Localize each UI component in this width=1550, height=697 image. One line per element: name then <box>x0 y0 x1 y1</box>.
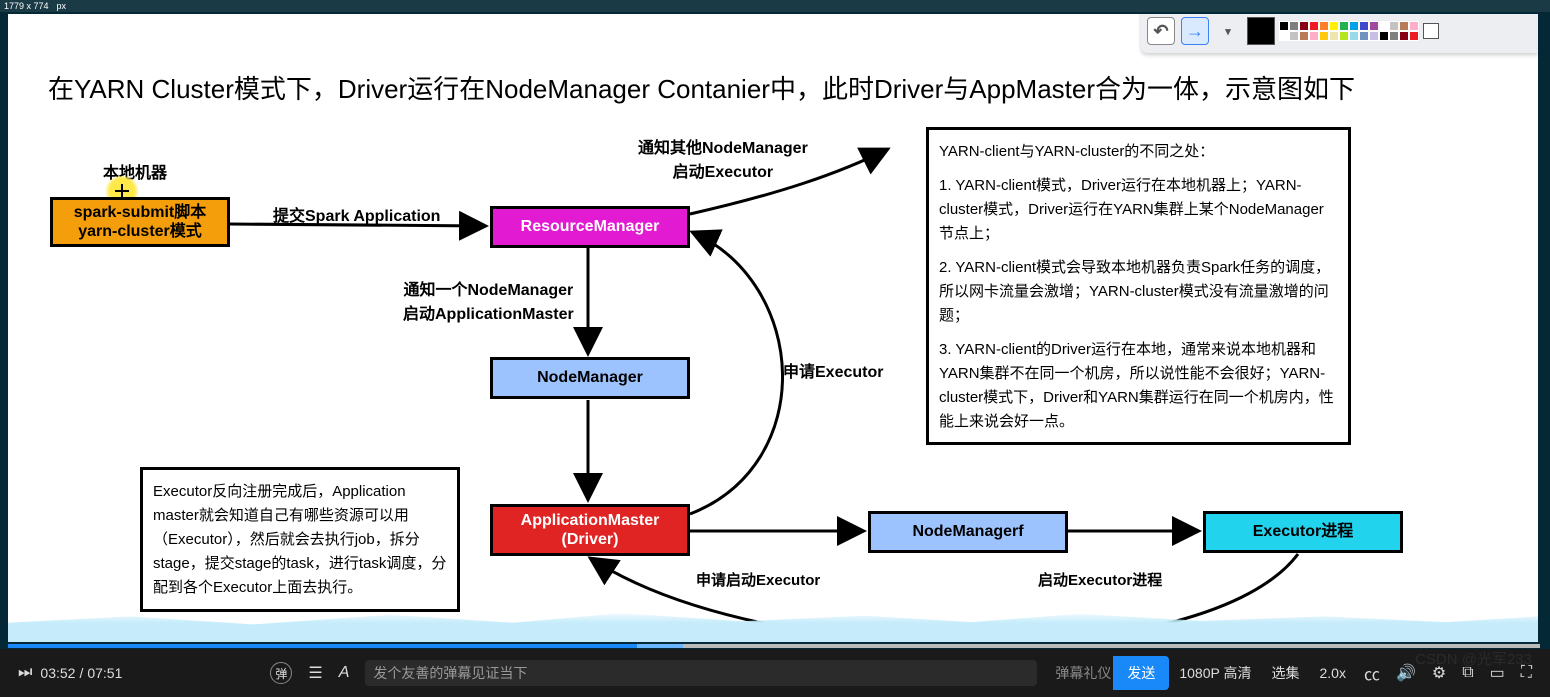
time-current: 03:52 <box>40 665 75 681</box>
snip-dimensions: 1779 x 774 <box>4 1 49 11</box>
play-next-icon[interactable]: ⏭ <box>18 664 32 682</box>
progress-played <box>8 644 637 648</box>
resource-manager-box: ResourceManager <box>490 206 690 248</box>
swatch[interactable] <box>1379 31 1389 41</box>
color-swatches <box>1247 17 1439 45</box>
swatch[interactable] <box>1409 21 1419 31</box>
swatch[interactable] <box>1399 31 1409 41</box>
quality-selector[interactable]: 1080P 高清 <box>1179 663 1251 683</box>
swatch[interactable] <box>1279 31 1289 41</box>
danmu-toggle[interactable]: 弹 <box>270 662 292 684</box>
node-manager-f-text: NodeManagerf <box>912 522 1023 541</box>
video-player-bar: ⏭ 03:52 / 07:51 弹 ☰ A 发个友善的弹幕见证当下 弹幕礼仪 发… <box>0 649 1550 697</box>
palette-grid[interactable] <box>1279 21 1419 41</box>
node-manager-f-box: NodeManagerf <box>868 511 1068 553</box>
swatch[interactable] <box>1359 31 1369 41</box>
undo-button[interactable]: ↶ <box>1147 17 1175 45</box>
swatch[interactable] <box>1299 31 1309 41</box>
subtitle-icon[interactable]: ㏄ <box>1364 661 1380 685</box>
compare-point-3: 3. YARN-client的Driver运行在本地，通常来说本地机器和YARN… <box>939 338 1338 434</box>
swatch[interactable] <box>1349 31 1359 41</box>
notify-am-label: 通知一个NodeManager 启动ApplicationMaster <box>403 276 574 324</box>
send-label: 发送 <box>1127 663 1155 683</box>
swatch[interactable] <box>1399 21 1409 31</box>
page-title: 在YARN Cluster模式下，Driver运行在NodeManager Co… <box>48 69 1355 106</box>
csdn-watermark: CSDN @光军233 <box>1415 648 1532 669</box>
custom-color-button[interactable] <box>1423 23 1439 39</box>
arrow-right-icon: → <box>1186 21 1204 42</box>
resource-manager-text: ResourceManager <box>521 217 660 236</box>
swatch[interactable] <box>1339 31 1349 41</box>
time-sep: / <box>79 665 83 681</box>
swatch[interactable] <box>1289 31 1299 41</box>
swatch[interactable] <box>1309 21 1319 31</box>
font-style-icon[interactable]: A <box>339 664 350 682</box>
speed-button[interactable]: 2.0x <box>1319 665 1345 681</box>
episodes-button[interactable]: 选集 <box>1271 663 1299 683</box>
swatch[interactable] <box>1339 21 1349 31</box>
application-master-box: ApplicationMaster (Driver) <box>490 504 690 556</box>
primary-color-swatch[interactable] <box>1247 17 1275 45</box>
chevron-down-icon: ▾ <box>1225 25 1231 38</box>
spark-submit-text: spark-submit脚本 yarn-cluster模式 <box>74 203 206 241</box>
notify-exec-label: 通知其他NodeManager 启动Executor <box>638 134 808 182</box>
send-button[interactable]: 发送 <box>1113 656 1169 690</box>
arrow-tool-button[interactable]: → <box>1181 17 1209 45</box>
swatch[interactable] <box>1409 31 1419 41</box>
danmu-etiquette-link[interactable]: 弹幕礼仪 <box>1055 663 1111 683</box>
spark-submit-box: spark-submit脚本 yarn-cluster模式 <box>50 197 230 247</box>
swatch[interactable] <box>1309 31 1319 41</box>
danmu-input[interactable]: 发个友善的弹幕见证当下 <box>365 660 1037 686</box>
snip-unit: px <box>57 1 67 11</box>
swatch[interactable] <box>1389 31 1399 41</box>
swatch[interactable] <box>1279 21 1289 31</box>
flow-note-text: Executor反向注册完成后，Application master就会知道自己… <box>153 483 446 596</box>
snip-dimensions-bar: 1779 x 774 px <box>0 0 1550 12</box>
swatch[interactable] <box>1329 31 1339 41</box>
compare-title: YARN-client与YARN-cluster的不同之处： <box>939 140 1338 164</box>
danmu-placeholder: 发个友善的弹幕见证当下 <box>373 663 527 683</box>
node-manager-box: NodeManager <box>490 357 690 399</box>
req-start-exec-label: 申请启动Executor <box>696 569 820 590</box>
volume-icon[interactable]: 🔊 <box>1396 663 1416 683</box>
swatch[interactable] <box>1289 21 1299 31</box>
compare-note: YARN-client与YARN-cluster的不同之处： 1. YARN-c… <box>926 127 1351 445</box>
executor-proc-text: Executor进程 <box>1253 522 1353 541</box>
application-master-text: ApplicationMaster (Driver) <box>521 511 660 549</box>
flow-note: Executor反向注册完成后，Application master就会知道自己… <box>140 467 460 612</box>
submit-app-label: 提交Spark Application <box>273 202 440 226</box>
water-decoration <box>8 610 1538 642</box>
swatch[interactable] <box>1369 21 1379 31</box>
swatch[interactable] <box>1359 21 1369 31</box>
markup-toolbox[interactable]: ↶ → ▾ <box>1141 14 1538 53</box>
swatch[interactable] <box>1349 21 1359 31</box>
danmu-settings-icon[interactable]: ☰ <box>308 663 322 683</box>
content-viewport: ↶ → ▾ 在YARN Cluster模式下，Driver运行在NodeMana… <box>8 14 1538 642</box>
swatch[interactable] <box>1299 21 1309 31</box>
swatch[interactable] <box>1389 21 1399 31</box>
start-exec-proc-label: 启动Executor进程 <box>1038 569 1162 590</box>
swatch[interactable] <box>1329 21 1339 31</box>
swatch[interactable] <box>1369 31 1379 41</box>
compare-point-1: 1. YARN-client模式，Driver运行在本地机器上；YARN-clu… <box>939 174 1338 246</box>
swatch[interactable] <box>1319 21 1329 31</box>
time-duration: 07:51 <box>87 665 122 681</box>
req-exec-label: 申请Executor <box>783 358 883 382</box>
undo-icon: ↶ <box>1153 21 1168 42</box>
swatch[interactable] <box>1319 31 1329 41</box>
executor-proc-box: Executor进程 <box>1203 511 1403 553</box>
more-tools-button[interactable]: ▾ <box>1215 18 1241 44</box>
compare-point-2: 2. YARN-client模式会导致本地机器负责Spark任务的调度，所以网卡… <box>939 256 1338 328</box>
node-manager-text: NodeManager <box>537 368 643 387</box>
swatch[interactable] <box>1379 21 1389 31</box>
